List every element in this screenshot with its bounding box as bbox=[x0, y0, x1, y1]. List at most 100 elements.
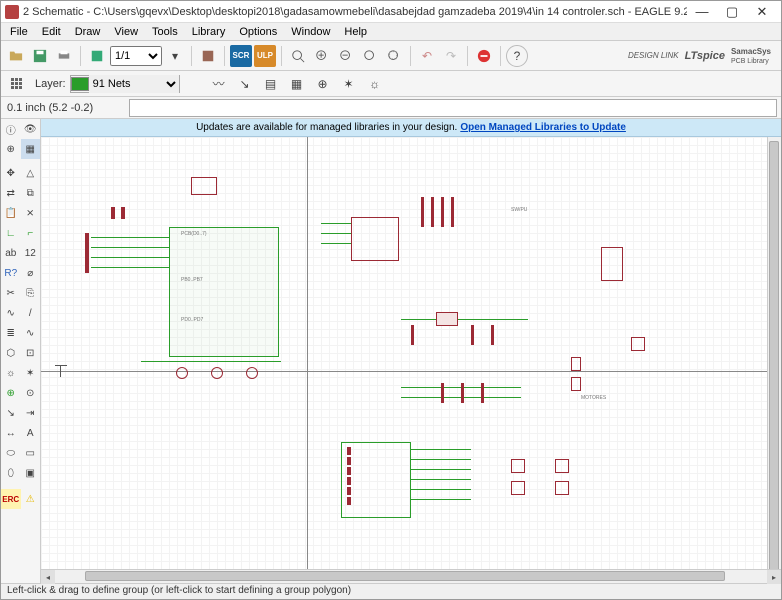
group-tool[interactable]: ▦ bbox=[21, 139, 41, 159]
undo-button[interactable]: ↶ bbox=[416, 45, 438, 67]
zoom-redraw-button[interactable] bbox=[359, 45, 381, 67]
command-input[interactable] bbox=[129, 99, 777, 117]
paste-tool[interactable]: 📋 bbox=[1, 203, 21, 223]
gear-button[interactable]: ☼ bbox=[364, 73, 386, 95]
delete-tool[interactable]: ⨯ bbox=[21, 203, 41, 223]
ltspice-logo[interactable]: LTspice bbox=[685, 50, 725, 62]
style-line-button[interactable]: ↘ bbox=[234, 73, 256, 95]
text-tool[interactable]: / bbox=[21, 303, 41, 323]
wire-tool[interactable]: ∿ bbox=[1, 303, 21, 323]
poly-tool[interactable]: ⊡ bbox=[21, 343, 41, 363]
menu-help[interactable]: Help bbox=[337, 25, 374, 39]
cam-button[interactable] bbox=[86, 45, 108, 67]
app-icon bbox=[5, 5, 19, 19]
sch-conn bbox=[571, 377, 581, 391]
sch-conn bbox=[571, 357, 581, 371]
ulp-button[interactable]: ULP bbox=[254, 45, 276, 67]
menu-file[interactable]: File bbox=[3, 25, 35, 39]
crosshair-horizontal bbox=[41, 371, 781, 372]
horizontal-scroll-thumb[interactable] bbox=[85, 571, 725, 581]
close-button[interactable]: ✕ bbox=[747, 2, 777, 22]
sheets-button[interactable] bbox=[197, 45, 219, 67]
layer-label: Layer: bbox=[35, 78, 66, 90]
paste-special-button[interactable]: ▤ bbox=[260, 73, 282, 95]
update-banner: Updates are available for managed librar… bbox=[41, 119, 781, 137]
menu-tools[interactable]: Tools bbox=[145, 25, 185, 39]
gate-tool[interactable]: ⬭ bbox=[1, 443, 21, 463]
sheet-select[interactable]: 1/1 bbox=[110, 46, 162, 66]
arc-tool[interactable]: ∿ bbox=[21, 323, 41, 343]
sch-part bbox=[451, 197, 454, 227]
rotate-tool[interactable]: △ bbox=[21, 163, 41, 183]
menu-library[interactable]: Library bbox=[185, 25, 233, 39]
port-tool[interactable]: ▣ bbox=[21, 463, 41, 483]
print-button[interactable] bbox=[53, 45, 75, 67]
smash-tool[interactable]: R? bbox=[1, 263, 21, 283]
show-tool[interactable]: 👁 bbox=[21, 119, 41, 139]
menu-edit[interactable]: Edit bbox=[35, 25, 68, 39]
scroll-left-button[interactable]: ◂ bbox=[41, 570, 55, 584]
zoom-out-icon bbox=[339, 49, 353, 63]
zoom-in-button[interactable] bbox=[311, 45, 333, 67]
zoom-select-button[interactable] bbox=[383, 45, 405, 67]
schematic-canvas[interactable]: PCB(D0..7) PB0..PB7 PD0..PD7 SW/PU bbox=[41, 137, 781, 569]
array-button[interactable]: ▦ bbox=[286, 73, 308, 95]
vertical-scrollbar[interactable] bbox=[767, 137, 781, 569]
net-tool[interactable]: ✶ bbox=[21, 363, 41, 383]
attr-tool[interactable]: ⇥ bbox=[21, 403, 41, 423]
layer-select[interactable]: 91 Nets bbox=[89, 75, 179, 93]
link-button[interactable]: ⊕ bbox=[312, 73, 334, 95]
window-title: 2 Schematic - C:\Users\gqevx\Desktop\des… bbox=[23, 6, 687, 18]
add-tool[interactable]: ∟ bbox=[1, 223, 21, 243]
warnings-button[interactable]: ⚠ bbox=[21, 489, 41, 509]
invoke-tool[interactable]: ⎘ bbox=[21, 283, 41, 303]
style-wavy-button[interactable]: 〰 bbox=[208, 73, 230, 95]
module-tool[interactable]: ⬯ bbox=[1, 463, 21, 483]
samacsys-logo[interactable]: SamacSysPCB Library bbox=[731, 47, 771, 65]
vertical-scroll-thumb[interactable] bbox=[769, 141, 779, 571]
design-link-label[interactable]: DESIGN LINK bbox=[628, 51, 679, 60]
text2-tool[interactable]: A bbox=[21, 423, 41, 443]
stop-button[interactable] bbox=[473, 45, 495, 67]
save-button[interactable] bbox=[29, 45, 51, 67]
minimize-button[interactable]: — bbox=[687, 2, 717, 22]
value-tool[interactable]: 12 bbox=[21, 243, 41, 263]
ref-tool[interactable]: ▭ bbox=[21, 443, 41, 463]
info-tool[interactable]: ⓘ bbox=[1, 119, 21, 139]
copy-tool[interactable]: ⧉ bbox=[21, 183, 41, 203]
horizontal-scrollbar[interactable]: ◂ ▸ bbox=[41, 569, 781, 583]
split-tool[interactable]: ✂ bbox=[1, 283, 21, 303]
bus-tool[interactable]: ☼ bbox=[1, 363, 21, 383]
menu-draw[interactable]: Draw bbox=[68, 25, 108, 39]
maximize-button[interactable]: ▢ bbox=[717, 2, 747, 22]
replace-tool[interactable]: ⌐ bbox=[21, 223, 41, 243]
errflag-tool[interactable]: ↘ bbox=[1, 403, 21, 423]
open-button[interactable] bbox=[5, 45, 27, 67]
zoom-fit-button[interactable] bbox=[287, 45, 309, 67]
scroll-right-button[interactable]: ▸ bbox=[767, 570, 781, 584]
junction-tool[interactable]: ⊕ bbox=[1, 383, 21, 403]
dim-tool[interactable]: ↔ bbox=[1, 423, 21, 443]
menu-view[interactable]: View bbox=[107, 25, 145, 39]
zoom-out-button[interactable] bbox=[335, 45, 357, 67]
help-button[interactable]: ? bbox=[506, 45, 528, 67]
sheet-dropdown[interactable]: ▾ bbox=[164, 45, 186, 67]
grid-button[interactable] bbox=[5, 73, 27, 95]
layer-color-swatch[interactable] bbox=[71, 77, 89, 91]
scr-button[interactable]: SCR bbox=[230, 45, 252, 67]
menu-options[interactable]: Options bbox=[232, 25, 284, 39]
redo-button[interactable]: ↷ bbox=[440, 45, 462, 67]
menu-window[interactable]: Window bbox=[284, 25, 337, 39]
label-tool[interactable]: ⊙ bbox=[21, 383, 41, 403]
erc-button[interactable]: ERC bbox=[1, 489, 21, 509]
rect-tool[interactable]: ⬡ bbox=[1, 343, 21, 363]
name-tool[interactable]: ab bbox=[1, 243, 21, 263]
circle-tool[interactable]: ≣ bbox=[1, 323, 21, 343]
miter-tool[interactable]: ⌀ bbox=[21, 263, 41, 283]
banner-link[interactable]: Open Managed Libraries to Update bbox=[460, 122, 626, 133]
star-button[interactable]: ✶ bbox=[338, 73, 360, 95]
mirror-tool[interactable]: ⇄ bbox=[1, 183, 21, 203]
mark-tool[interactable]: ⊕ bbox=[1, 139, 21, 159]
crosshair-center-icon bbox=[55, 365, 67, 377]
move-tool[interactable]: ✥ bbox=[1, 163, 21, 183]
